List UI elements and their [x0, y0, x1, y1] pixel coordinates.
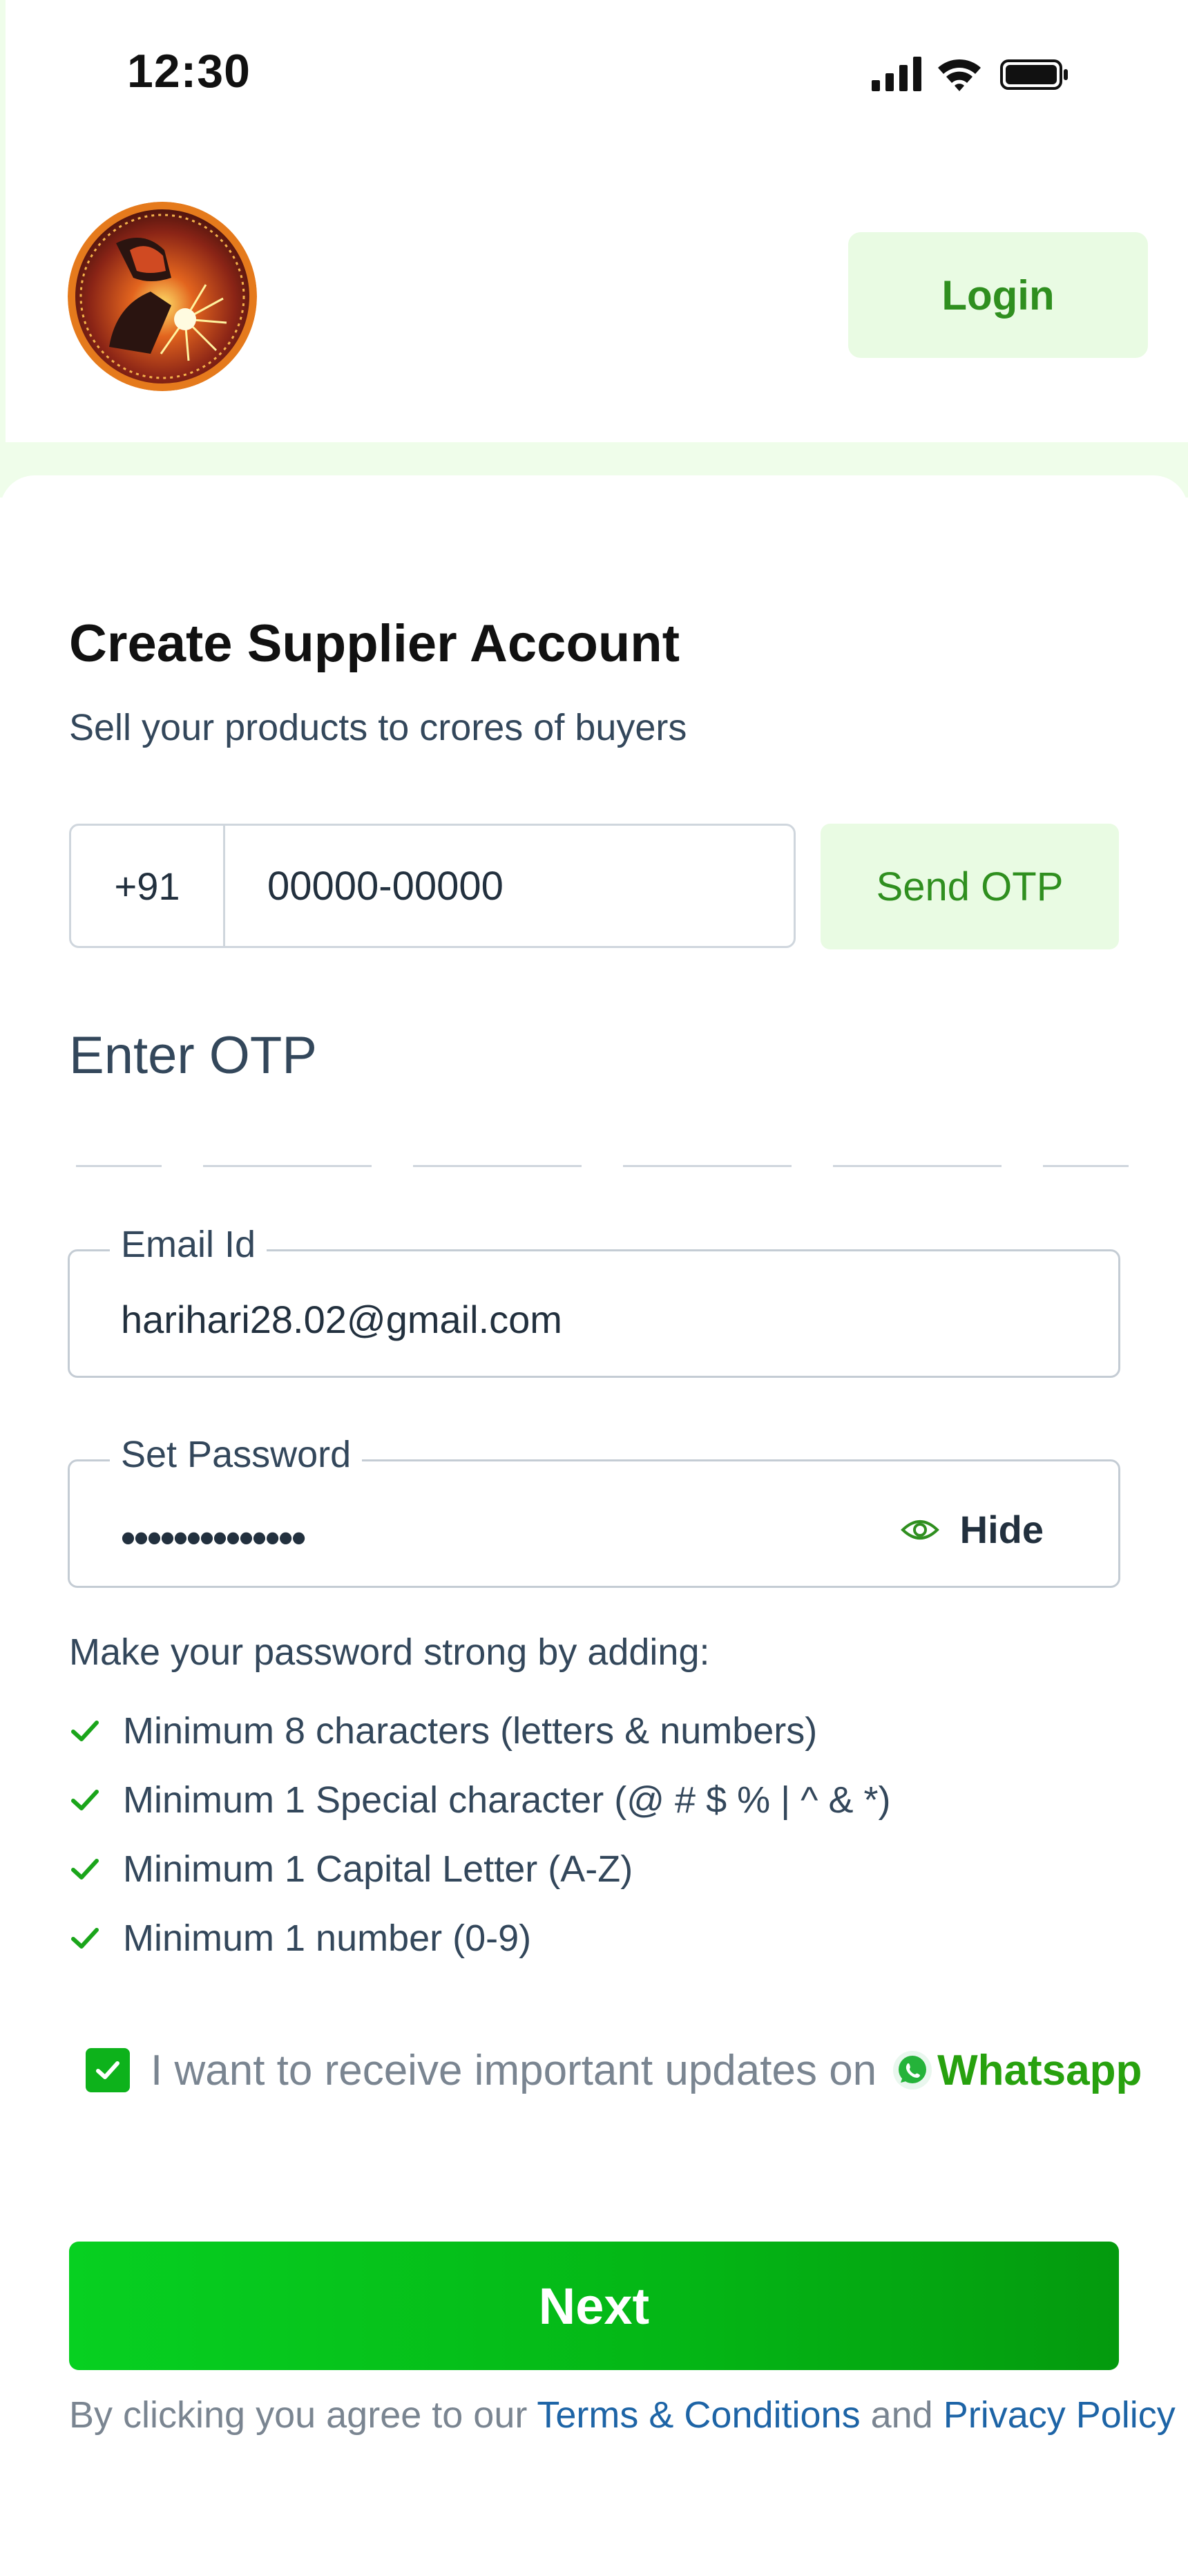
- password-rule-text: Minimum 1 number (0-9): [123, 1917, 532, 1959]
- password-rule: Minimum 1 Capital Letter (A-Z): [69, 1845, 633, 1893]
- whatsapp-optin-text: I want to receive important updates on: [151, 2046, 877, 2094]
- password-rule-text: Minimum 8 characters (letters & numbers): [123, 1710, 818, 1752]
- wifi-icon: [938, 59, 981, 91]
- agreement-prefix: By clicking you agree to our: [69, 2394, 528, 2436]
- password-rule-text: Minimum 1 Capital Letter (A-Z): [123, 1848, 633, 1890]
- password-rule: Minimum 8 characters (letters & numbers): [69, 1707, 817, 1755]
- country-code[interactable]: +91: [71, 826, 225, 946]
- otp-label: Enter OTP: [69, 1026, 317, 1085]
- check-icon: [71, 1721, 99, 1741]
- terms-link[interactable]: Terms & Conditions: [537, 2394, 860, 2436]
- next-button[interactable]: Next: [69, 2242, 1119, 2370]
- checkmark-icon: [96, 2061, 119, 2079]
- page-title: Create Supplier Account: [69, 614, 680, 673]
- password-label: Set Password: [110, 1432, 363, 1477]
- whatsapp-optin: I want to receive important updates on W…: [86, 2041, 1142, 2099]
- password-strength-title: Make your password strong by adding:: [69, 1631, 710, 1673]
- status-icons: [872, 57, 1068, 91]
- status-bar: 12:30: [0, 0, 1188, 145]
- send-otp-button[interactable]: Send OTP: [821, 824, 1119, 949]
- hide-label: Hide: [959, 1508, 1044, 1551]
- signal-icon: [872, 57, 921, 91]
- email-value[interactable]: harihari28.02@gmail.com: [121, 1297, 562, 1342]
- phone-input[interactable]: [267, 826, 778, 946]
- eye-icon: [900, 1519, 939, 1540]
- whatsapp-checkbox[interactable]: [86, 2048, 130, 2092]
- otp-digit-5[interactable]: [833, 1165, 1002, 1167]
- check-icon: [71, 1928, 99, 1949]
- whatsapp-link[interactable]: Whatsapp: [937, 2046, 1142, 2095]
- password-visibility-toggle[interactable]: Hide: [900, 1507, 1044, 1552]
- page-subtitle: Sell your products to crores of buyers: [69, 707, 687, 748]
- whatsapp-icon: [893, 2051, 932, 2090]
- status-time: 12:30: [127, 45, 251, 97]
- phone-field: +91: [69, 824, 796, 948]
- battery-icon: [1000, 59, 1068, 90]
- password-rule: Minimum 1 number (0-9): [69, 1914, 531, 1962]
- agreement-text: By clicking you agree to our Terms & Con…: [69, 2394, 1176, 2436]
- privacy-link[interactable]: Privacy Policy: [943, 2394, 1176, 2436]
- password-value[interactable]: ••••••••••••••: [121, 1514, 306, 1562]
- agreement-and: and: [870, 2394, 933, 2436]
- check-icon: [71, 1790, 99, 1810]
- otp-digit-4[interactable]: [623, 1165, 792, 1167]
- brand-logo: [68, 202, 257, 391]
- otp-digit-2[interactable]: [203, 1165, 372, 1167]
- password-field[interactable]: Set Password •••••••••••••• Hide: [68, 1432, 1120, 1588]
- otp-digit-1[interactable]: [76, 1165, 162, 1167]
- otp-digit-6[interactable]: [1043, 1165, 1129, 1167]
- email-label: Email Id: [110, 1222, 267, 1267]
- password-rule-text: Minimum 1 Special character (@ # $ % | ^…: [123, 1779, 891, 1821]
- email-field[interactable]: Email Id harihari28.02@gmail.com: [68, 1222, 1120, 1378]
- password-rule: Minimum 1 Special character (@ # $ % | ^…: [69, 1776, 891, 1824]
- check-icon: [71, 1859, 99, 1879]
- otp-digit-3[interactable]: [413, 1165, 582, 1167]
- login-button[interactable]: Login: [848, 232, 1148, 358]
